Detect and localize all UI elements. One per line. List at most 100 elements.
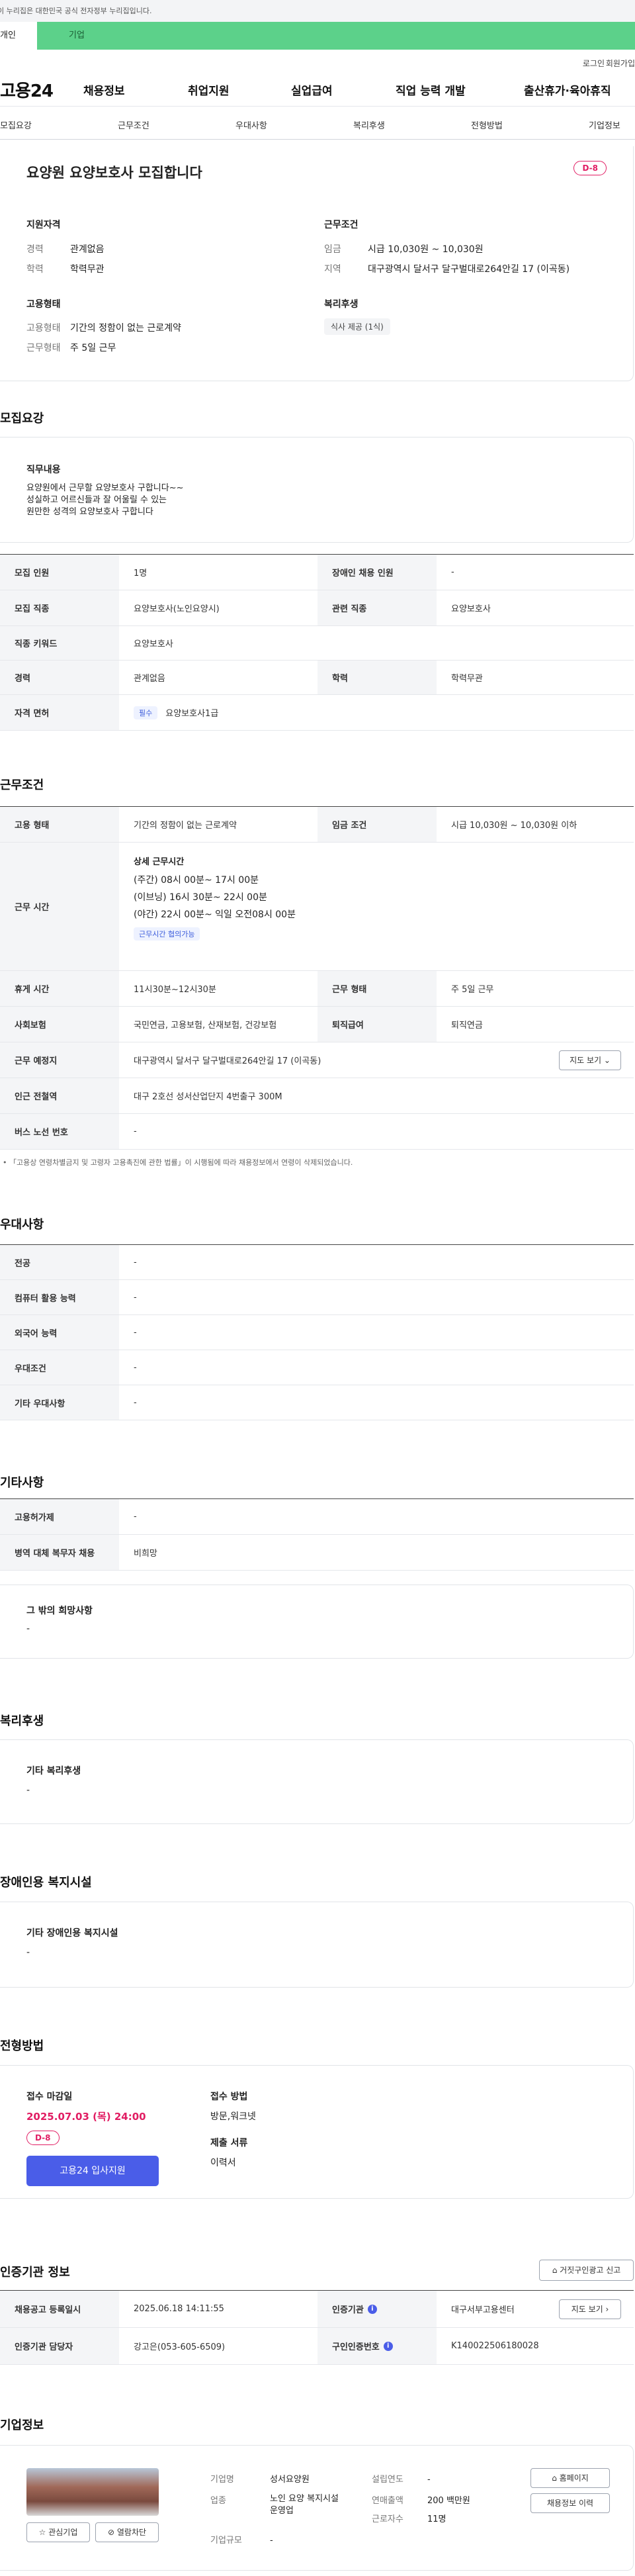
chevron-down-icon: ⌄ (603, 1056, 611, 1065)
global-nav: 고용24 채용정보 취업지원 실업급여 직업 능력 개발 출산휴가·육아휴직 (0, 71, 635, 107)
welfare-title: 복리후생 (324, 299, 359, 310)
gnb-menu-support[interactable]: 취업지원 (188, 81, 230, 98)
tab-company[interactable]: 기업 (37, 22, 635, 50)
subnav-welfare[interactable]: 복리후생 (353, 118, 385, 131)
qual-title: 지원자격 (26, 220, 61, 230)
recruit-row: 자격 면허 필수 요양보호사1급 (0, 695, 634, 731)
gnb-menu-training[interactable]: 직업 능력 개발 (396, 81, 466, 98)
cert-map-button[interactable]: 지도 보기 › (559, 2299, 621, 2319)
emp-schedule: 근무형태 주 5일 근무 (26, 343, 116, 353)
false-ad-report-button[interactable]: ⌂ 거짓구인광고 신고 (539, 2260, 634, 2281)
subnav-process[interactable]: 전형방법 (471, 118, 503, 131)
gnb-menu-jobs[interactable]: 채용정보 (83, 81, 125, 98)
welfare-tag: 식사 제공 (1식) (324, 318, 390, 335)
work-section-title: 근무조건 (0, 778, 44, 792)
subnav-recruit[interactable]: 모집요강 (0, 118, 32, 131)
work-time-row: 근무 시간 상세 근무시간 (주간) 08시 00분~ 17시 00분 (이브닝)… (0, 843, 634, 971)
gnb-menu-leave[interactable]: 출산휴가·육아휴직 (524, 81, 611, 98)
time-negotiable-tag: 근무시간 협의가능 (134, 927, 200, 941)
info-icon[interactable]: i (383, 2341, 393, 2351)
company-card: ☆ 관심기업 ⊘ 열람차단 기업명 성서요양원 업종 노인 요양 복지시설 운영업 … (0, 2445, 634, 2571)
cond-region: 지역 대구광역시 달서구 달구벌대로264안길 17 (이곡동) (324, 264, 570, 275)
block-view-button[interactable]: ⊘ 열람차단 (95, 2522, 159, 2542)
pref-row: 외국어 능력 - (0, 1315, 634, 1350)
cert-row: 인증기관 담당자 강고은(053-605-6509) 구인인증번호 i K1400… (0, 2328, 634, 2365)
favorite-company-button[interactable]: ☆ 관심기업 (26, 2522, 90, 2542)
gnb-menu-unemployment[interactable]: 실업급여 (291, 81, 333, 98)
process-dday-badge: D-8 (26, 2131, 60, 2145)
work-row: 인근 전철역 대구 2호선 성서산업단지 4번출구 300M (0, 1078, 634, 1114)
utility-links: 로그인 회원가입 (0, 50, 635, 71)
process-card: 접수 마감일 2025.07.03 (목) 24:00 D-8 고용24 입사지… (0, 2065, 634, 2199)
age-law-note: • 「고용상 연령차별금지 및 고령자 고용촉진에 관한 법률」이 시행됨에 따… (3, 1158, 353, 1167)
disability-card: 기타 장애인용 복지시설 - (0, 1902, 634, 1988)
work-row: 근무 예정지 대구광역시 달서구 달구벌대로264안길 17 (이곡동) 지도 … (0, 1042, 634, 1078)
recruit-row: 직종 키워드 요양보호사 (0, 626, 634, 661)
section-subnav: 모집요강 근무조건 우대사항 복리후생 전형방법 기업정보 (0, 107, 635, 140)
login-link[interactable]: 로그인 (583, 58, 605, 69)
required-tag: 필수 (134, 706, 158, 719)
etc-other-card: 그 밖의 희망사항 - (0, 1585, 634, 1659)
block-icon: ⊘ (107, 2528, 115, 2537)
emp-type: 고용형태 기간의 정함이 없는 근로계약 (26, 323, 181, 334)
company-size: 기업규모 - (210, 2536, 273, 2546)
company-name: 기업명 성서요양원 (210, 2475, 310, 2485)
info-icon[interactable]: i (367, 2304, 377, 2314)
pref-row: 기타 우대사항 - (0, 1385, 634, 1420)
work-row: 사회보험 국민연금, 고용보험, 산재보험, 건강보험 퇴직급여 퇴직연금 (0, 1007, 634, 1042)
duty-content: 요양원에서 근무할 요양보호사 구합니다~~ 성실하고 어르신들과 잘 어울릴 수… (26, 483, 184, 517)
work-row: 고용 형태 기간의 정함이 없는 근로계약 임금 조건 시급 10,030원 ~… (0, 807, 634, 843)
subnav-company[interactable]: 기업정보 (589, 118, 620, 131)
map-view-button[interactable]: 지도 보기 ⌄ (559, 1050, 621, 1070)
work-row: 버스 노선 번호 - (0, 1114, 634, 1150)
apply-button[interactable]: 고용24 입사지원 (26, 2156, 159, 2186)
welfare-card: 기타 복리후생 - (0, 1739, 634, 1824)
site-logo[interactable]: 고용24 (0, 77, 54, 102)
duty-card: 직무내용 요양원에서 근무할 요양보호사 구합니다~~ 성실하고 어르신들과 잘 … (0, 437, 634, 543)
gov-notice-text: 이 누리집은 대한민국 공식 전자정부 누리집입니다. (0, 7, 152, 15)
company-section-title: 기업정보 (0, 2418, 44, 2432)
etc-section-title: 기타사항 (0, 1476, 44, 1490)
work-row: 휴게 시간 11시30분~12시30분 근무 형태 주 5일 근무 (0, 971, 634, 1007)
gov-notice-bar: 이 누리집은 대한민국 공식 전자정부 누리집입니다. (0, 0, 635, 22)
pref-row: 전공 - (0, 1245, 634, 1280)
cert-section-title: 인증기관 정보 (0, 2266, 70, 2279)
cond-wage: 임금 시급 10,030원 ~ 10,030원 (324, 244, 484, 255)
pref-row: 컴퓨터 활용 능력 - (0, 1280, 634, 1315)
cert-row: 채용공고 등록일시 2025.06.18 14:11:55 인증기관 i 대구서부… (0, 2291, 634, 2328)
subnav-work[interactable]: 근무조건 (118, 118, 149, 131)
subnav-pref[interactable]: 우대사항 (235, 118, 267, 131)
welfare-section-title: 복리후생 (0, 1714, 44, 1728)
homepage-button[interactable]: ⌂ 홈페이지 (530, 2468, 610, 2488)
emp-title: 고용형태 (26, 299, 61, 310)
job-history-button[interactable]: 채용정보 이력 (530, 2493, 610, 2513)
qual-career: 경력 관계없음 (26, 244, 105, 255)
pref-section-title: 우대사항 (0, 1218, 44, 1232)
etc-row: 병역 대체 복무자 채용 비희망 (0, 1535, 634, 1571)
recruit-section-title: 모집요강 (0, 412, 44, 426)
home-icon: ⌂ (552, 2473, 557, 2483)
disability-section-title: 장애인용 복지시설 (0, 1876, 92, 1890)
star-icon: ☆ (38, 2528, 46, 2537)
chevron-right-icon: › (605, 2305, 609, 2314)
qual-education: 학력 학력무관 (26, 264, 105, 275)
recruit-row: 경력 관계없음 학력 학력무관 (0, 661, 634, 695)
etc-row: 고용허가제 - (0, 1499, 634, 1535)
recruit-row: 모집 직종 요양보호사(노인요양시) 관련 직종 요양보호사 (0, 590, 634, 626)
home-icon: ⌂ (552, 2266, 558, 2275)
user-type-tabs: 개인 기업 (0, 22, 635, 50)
tab-personal[interactable]: 개인 (0, 22, 37, 50)
deadline-date: 2025.07.03 (목) 24:00 (26, 2111, 146, 2123)
summary-card: 요양원 요양보호사 모집합니다 D-8 지원자격 경력 관계없음 학력 학력무관 근… (0, 146, 634, 381)
join-link[interactable]: 회원가입 (606, 58, 635, 69)
duty-label: 직무내용 (26, 465, 61, 475)
company-employees: 근로자수 11명 (372, 2514, 446, 2524)
recruit-row: 모집 인원 1명 장애인 채용 인원 - (0, 555, 634, 590)
process-section-title: 전형방법 (0, 2039, 44, 2053)
company-photo (26, 2468, 159, 2516)
company-founded: 설립연도 - (372, 2475, 431, 2485)
job-title: 요양원 요양보호사 모집합니다 (26, 165, 202, 181)
pref-row: 우대조건 - (0, 1350, 634, 1385)
dday-badge: D-8 (573, 161, 607, 175)
company-revenue: 연매출액 200 백만원 (372, 2496, 470, 2506)
